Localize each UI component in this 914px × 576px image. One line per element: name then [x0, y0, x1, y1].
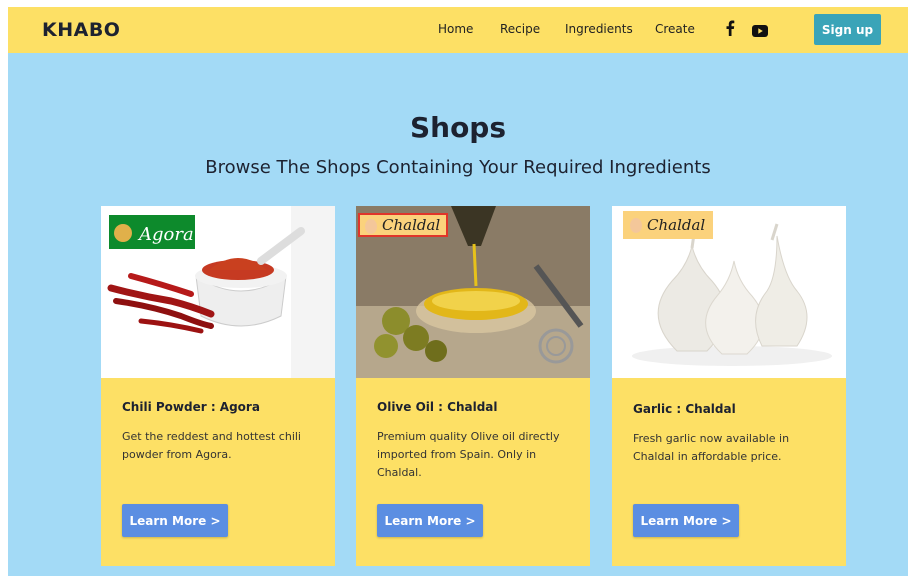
- nav-ingredients[interactable]: Ingredients: [565, 22, 633, 36]
- navbar: KHABO Home Recipe Ingredients Create Sig…: [8, 7, 908, 53]
- card-title: Chili Powder : Agora: [122, 400, 260, 414]
- shop-card-garlic: Chaldal Garlic : Chaldal Fresh garlic no…: [612, 206, 846, 566]
- nav-create[interactable]: Create: [655, 22, 695, 36]
- shop-card-olive-oil: Chaldal Olive Oil : Chaldal Premium qual…: [356, 206, 590, 566]
- learn-more-button[interactable]: Learn More >: [377, 504, 483, 537]
- card-title: Garlic : Chaldal: [633, 402, 736, 416]
- egg-icon: [630, 218, 642, 233]
- card-description: Premium quality Olive oil directly impor…: [377, 430, 560, 479]
- page-title: Shops: [409, 111, 507, 144]
- learn-more-button[interactable]: Learn More >: [122, 504, 228, 537]
- chaldal-logo: Chaldal: [623, 211, 714, 239]
- page: KHABO Home Recipe Ingredients Create Sig…: [8, 7, 908, 576]
- shop-card-chili: Agora Chili Powder : Agora Get the redde…: [101, 206, 335, 566]
- chaldal-logo: Chaldal: [358, 213, 449, 237]
- chaldal-logo-text: Chaldal: [382, 216, 441, 234]
- facebook-icon[interactable]: [724, 20, 736, 40]
- page-subtitle: Browse The Shops Containing Your Require…: [205, 157, 711, 178]
- svg-text:Agora: Agora: [137, 224, 194, 245]
- learn-more-button[interactable]: Learn More >: [633, 504, 739, 537]
- youtube-icon[interactable]: [752, 22, 768, 41]
- card-description: Fresh garlic now available in Chaldal in…: [633, 432, 790, 463]
- nav-home[interactable]: Home: [438, 22, 473, 36]
- agora-logo: Agora: [109, 215, 195, 249]
- signup-button[interactable]: Sign up: [814, 14, 881, 45]
- card-description: Get the reddest and hottest chili powder…: [122, 430, 301, 461]
- card-title: Olive Oil : Chaldal: [377, 400, 498, 414]
- brand-logo[interactable]: KHABO: [42, 19, 120, 41]
- egg-icon: [365, 219, 377, 234]
- chaldal-logo-text: Chaldal: [647, 216, 706, 234]
- nav-recipe[interactable]: Recipe: [500, 22, 540, 36]
